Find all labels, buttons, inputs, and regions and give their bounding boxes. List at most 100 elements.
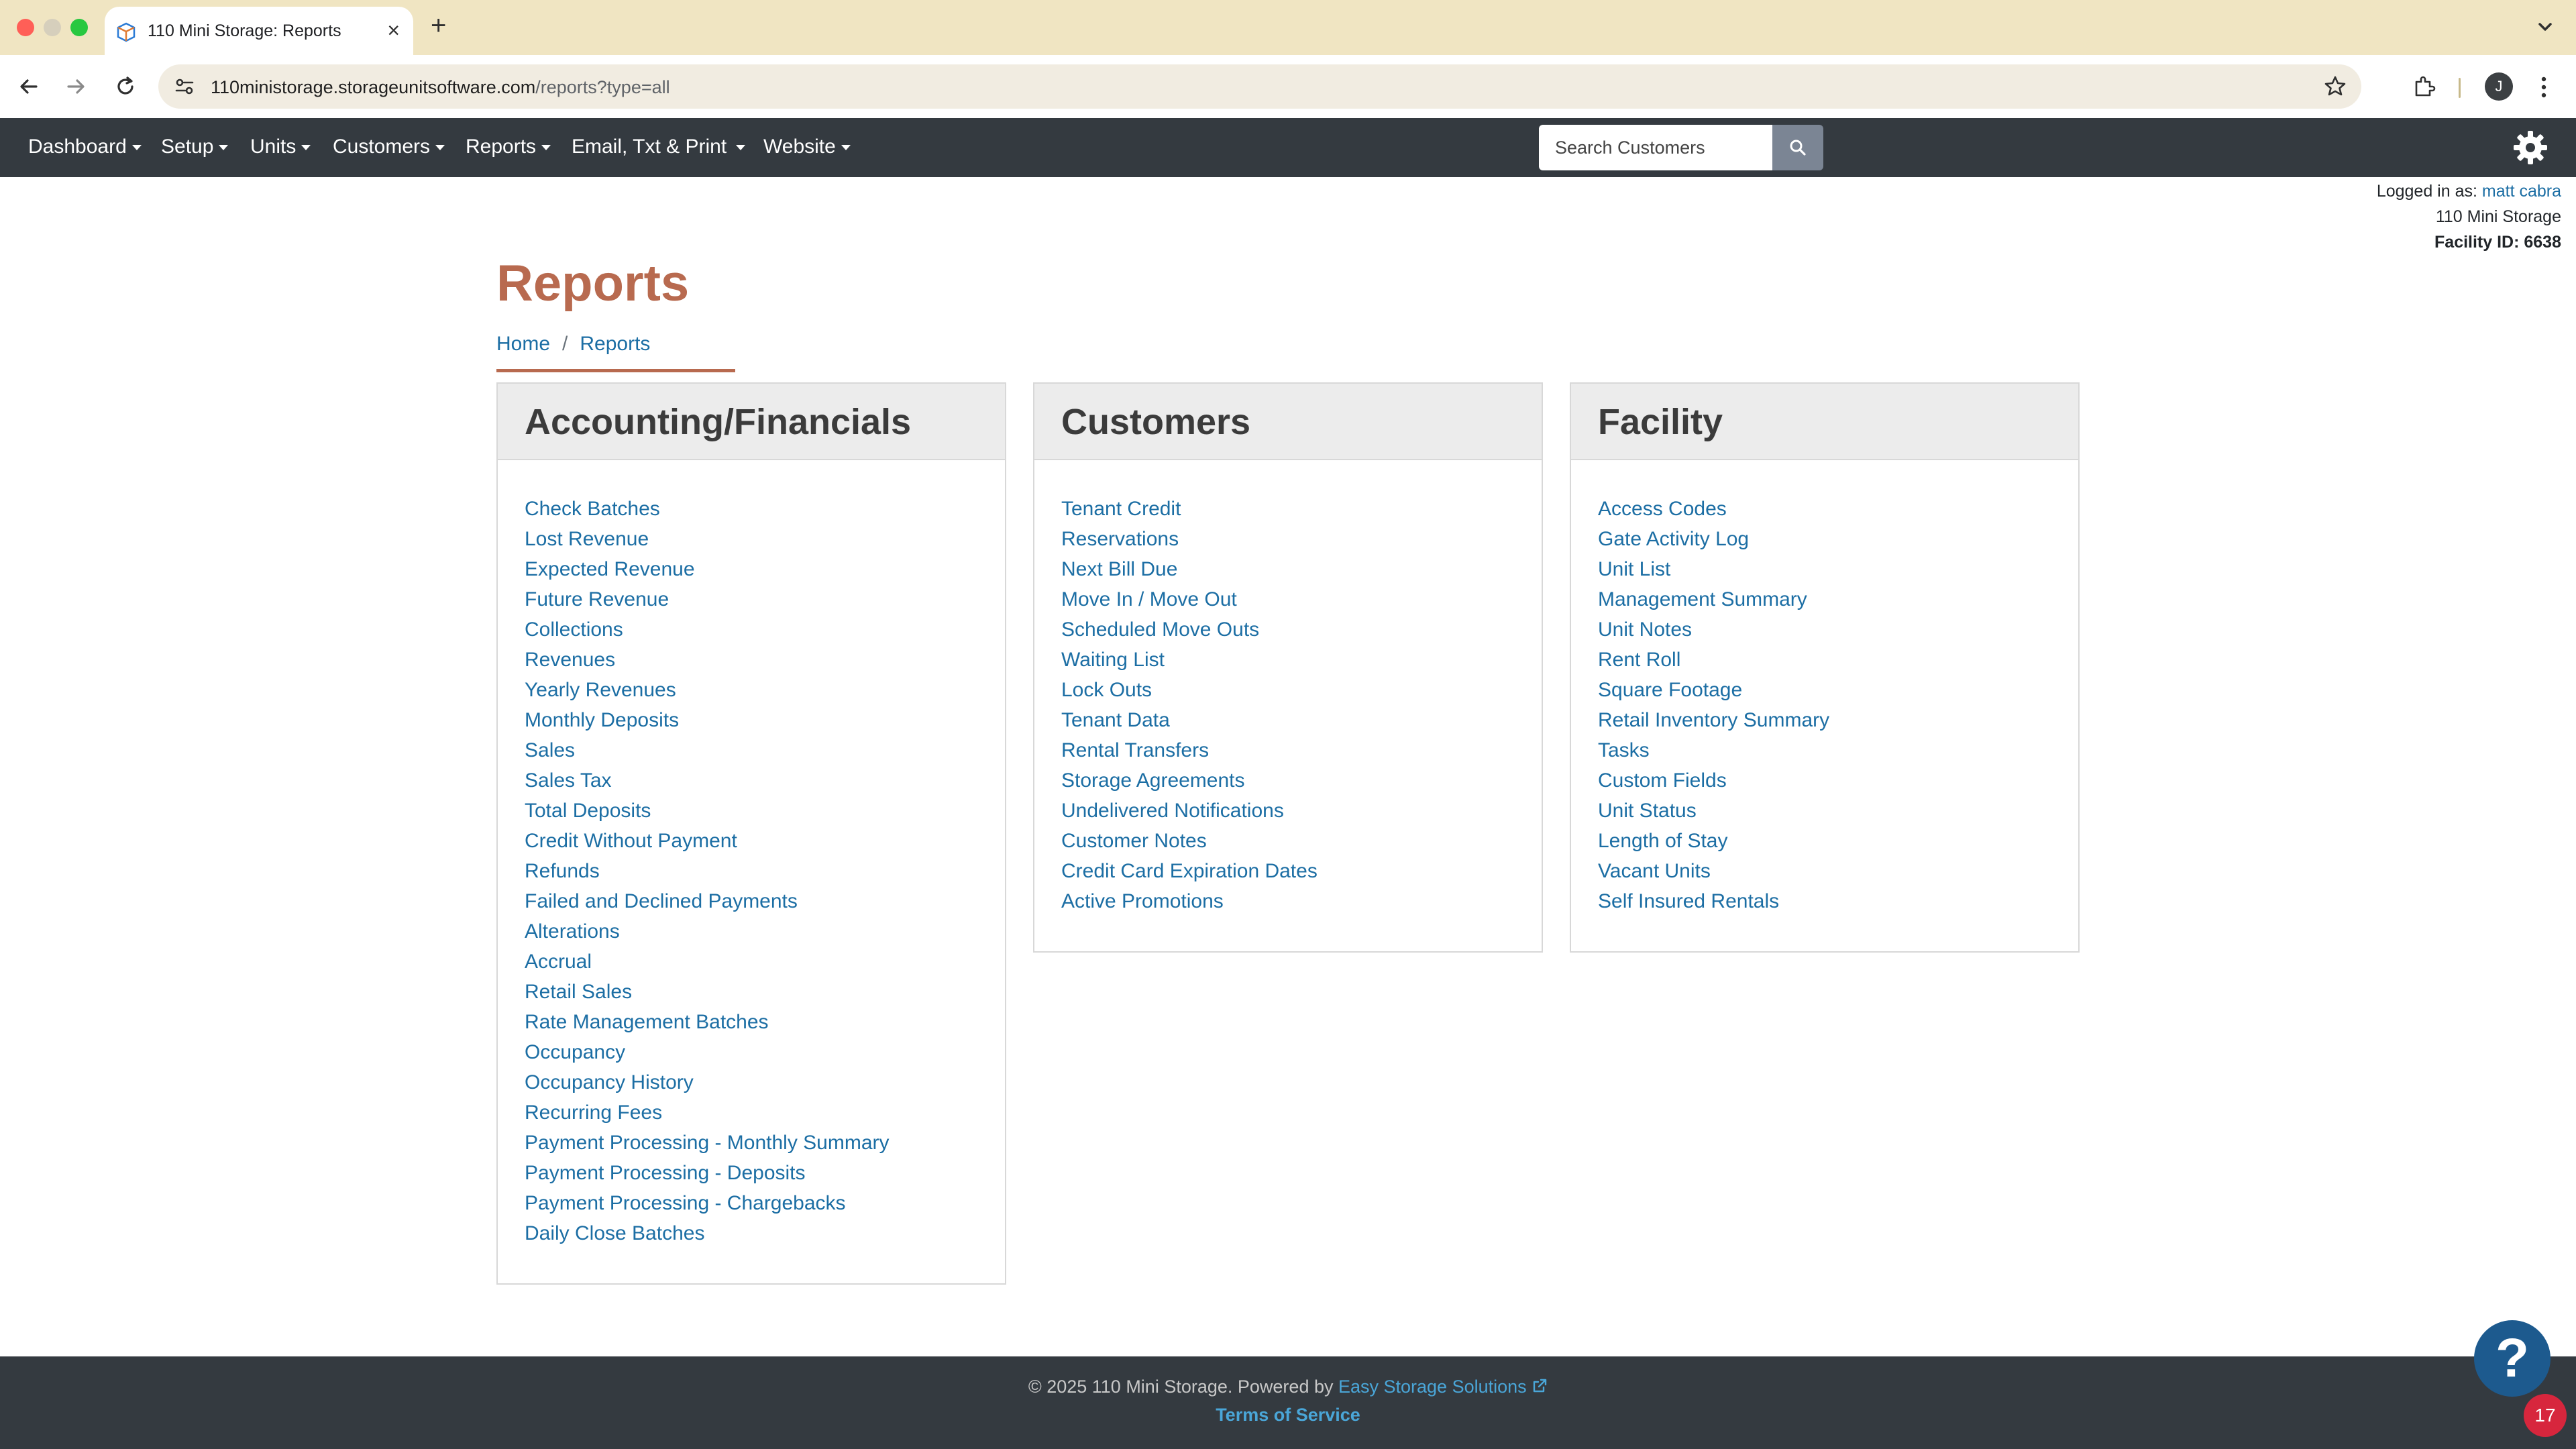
nav-menu-customers[interactable]: Customers — [333, 136, 445, 158]
nav-menu-reports[interactable]: Reports — [466, 136, 551, 158]
report-link[interactable]: Refunds — [525, 860, 600, 882]
nav-menu-label: Dashboard — [28, 136, 127, 158]
browser-tab-bar: 110 Mini Storage: Reports × + — [0, 0, 2576, 55]
more-vertical-icon[interactable] — [2536, 74, 2552, 101]
report-link[interactable]: Waiting List — [1061, 649, 1165, 671]
close-window-button[interactable] — [17, 19, 34, 36]
reload-icon[interactable] — [113, 74, 138, 99]
tab-title: 110 Mini Storage: Reports — [148, 21, 341, 40]
report-link[interactable]: Rental Transfers — [1061, 739, 1209, 761]
report-link[interactable]: Payment Processing - Monthly Summary — [525, 1132, 890, 1154]
maximize-window-button[interactable] — [70, 19, 88, 36]
report-link[interactable]: Lock Outs — [1061, 679, 1152, 701]
report-link[interactable]: Occupancy — [525, 1041, 625, 1063]
report-link[interactable]: Undelivered Notifications — [1061, 800, 1284, 822]
list-item: Accrual — [525, 947, 978, 977]
address-bar[interactable]: 110ministorage.storageunitsoftware.com/r… — [158, 64, 2361, 109]
report-link[interactable]: Recurring Fees — [525, 1102, 662, 1124]
page-title: Reports — [496, 255, 690, 312]
list-item: Vacant Units — [1598, 856, 2051, 886]
report-link[interactable]: Future Revenue — [525, 588, 669, 610]
report-link[interactable]: Scheduled Move Outs — [1061, 619, 1259, 641]
list-item: Occupancy History — [525, 1067, 978, 1097]
report-link[interactable]: Sales Tax — [525, 769, 612, 792]
report-link[interactable]: Reservations — [1061, 528, 1179, 550]
report-link[interactable]: Occupancy History — [525, 1071, 694, 1093]
report-link[interactable]: Lost Revenue — [525, 528, 649, 550]
report-link[interactable]: Management Summary — [1598, 588, 1807, 610]
tab-close-icon[interactable]: × — [387, 17, 400, 43]
report-link[interactable]: Sales — [525, 739, 575, 761]
profile-avatar[interactable]: J — [2485, 72, 2513, 101]
report-link[interactable]: Unit Status — [1598, 800, 1697, 822]
gear-icon[interactable] — [2512, 129, 2549, 166]
report-link[interactable]: Daily Close Batches — [525, 1222, 704, 1244]
report-link[interactable]: Length of Stay — [1598, 830, 1727, 852]
report-link[interactable]: Custom Fields — [1598, 769, 1727, 792]
list-item: Sales Tax — [525, 765, 978, 796]
search-icon — [1790, 140, 1806, 156]
forward-arrow-icon[interactable] — [63, 74, 89, 99]
report-link[interactable]: Gate Activity Log — [1598, 528, 1749, 550]
back-arrow-icon[interactable] — [16, 74, 42, 99]
caret-down-icon — [301, 145, 311, 151]
search-customers-input[interactable] — [1539, 125, 1772, 170]
report-link[interactable]: Expected Revenue — [525, 558, 695, 580]
powered-by-link[interactable]: Easy Storage Solutions — [1338, 1377, 1548, 1397]
report-link[interactable]: Payment Processing - Deposits — [525, 1162, 806, 1184]
breadcrumb-reports-link[interactable]: Reports — [580, 333, 650, 355]
new-tab-plus-icon[interactable]: + — [431, 11, 446, 40]
report-link[interactable]: Tasks — [1598, 739, 1650, 761]
report-link[interactable]: Total Deposits — [525, 800, 651, 822]
report-link[interactable]: Rent Roll — [1598, 649, 1680, 671]
report-link[interactable]: Collections — [525, 619, 623, 641]
report-link[interactable]: Credit Card Expiration Dates — [1061, 860, 1318, 882]
report-link[interactable]: Self Insured Rentals — [1598, 890, 1779, 912]
help-button[interactable]: ? — [2474, 1320, 2551, 1397]
report-link[interactable]: Active Promotions — [1061, 890, 1224, 912]
terms-of-service-link[interactable]: Terms of Service — [1216, 1405, 1360, 1425]
report-link[interactable]: Square Footage — [1598, 679, 1742, 701]
report-link[interactable]: Unit List — [1598, 558, 1670, 580]
nav-menu-email-txt-print[interactable]: Email, Txt & Print — [572, 136, 746, 158]
report-link[interactable]: Tenant Data — [1061, 709, 1170, 731]
nav-menu-dashboard[interactable]: Dashboard — [28, 136, 142, 158]
report-link[interactable]: Monthly Deposits — [525, 709, 679, 731]
report-link[interactable]: Credit Without Payment — [525, 830, 737, 852]
report-link[interactable]: Unit Notes — [1598, 619, 1692, 641]
report-link[interactable]: Revenues — [525, 649, 615, 671]
nav-menu-units[interactable]: Units — [250, 136, 311, 158]
report-link[interactable]: Rate Management Batches — [525, 1011, 769, 1033]
report-link[interactable]: Storage Agreements — [1061, 769, 1245, 792]
report-link[interactable]: Customer Notes — [1061, 830, 1207, 852]
report-link[interactable]: Accrual — [525, 951, 592, 973]
bookmark-star-icon[interactable] — [2322, 74, 2348, 99]
breadcrumb-home-link[interactable]: Home — [496, 333, 550, 355]
report-link[interactable]: Yearly Revenues — [525, 679, 676, 701]
caret-down-icon — [219, 145, 229, 151]
report-link[interactable]: Check Batches — [525, 498, 660, 520]
report-link[interactable]: Move In / Move Out — [1061, 588, 1237, 610]
nav-menu-setup[interactable]: Setup — [161, 136, 229, 158]
report-link[interactable]: Retail Sales — [525, 981, 632, 1003]
caret-down-icon — [541, 145, 551, 151]
report-link[interactable]: Next Bill Due — [1061, 558, 1177, 580]
site-settings-icon[interactable] — [173, 75, 196, 98]
minimize-window-button[interactable] — [44, 19, 61, 36]
nav-menu-label: Website — [763, 136, 836, 158]
report-link[interactable]: Access Codes — [1598, 498, 1727, 520]
nav-menu-website[interactable]: Website — [763, 136, 851, 158]
report-link[interactable]: Payment Processing - Chargebacks — [525, 1192, 846, 1214]
list-item: Waiting List — [1061, 645, 1515, 675]
report-link[interactable]: Failed and Declined Payments — [525, 890, 798, 912]
report-link[interactable]: Vacant Units — [1598, 860, 1711, 882]
report-link[interactable]: Retail Inventory Summary — [1598, 709, 1829, 731]
user-link[interactable]: matt cabra — [2482, 182, 2561, 201]
report-link[interactable]: Tenant Credit — [1061, 498, 1181, 520]
list-item: Square Footage — [1598, 675, 2051, 705]
extensions-puzzle-icon[interactable] — [2411, 74, 2436, 99]
browser-tab-active[interactable]: 110 Mini Storage: Reports × — [105, 7, 413, 55]
search-button[interactable] — [1772, 125, 1823, 170]
report-link[interactable]: Alterations — [525, 920, 620, 943]
chevron-down-icon[interactable] — [2533, 15, 2557, 39]
